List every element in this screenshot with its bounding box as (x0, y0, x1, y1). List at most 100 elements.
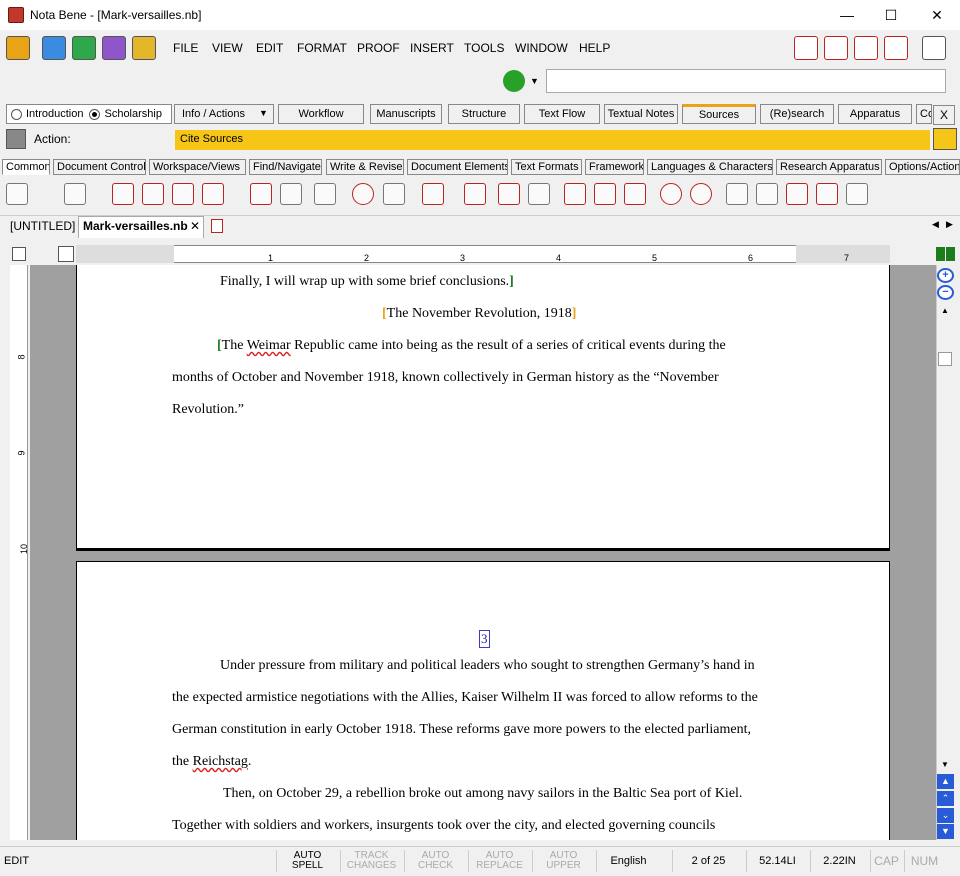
action-color-swatch[interactable] (933, 128, 957, 150)
tab-text-flow[interactable]: Text Flow (524, 104, 600, 124)
down-arrow-icon[interactable] (64, 183, 86, 205)
tab-apparatus[interactable]: Apparatus (838, 104, 912, 124)
category-find-navigate[interactable]: Find/Navigate (249, 159, 322, 175)
cube-icon[interactable] (102, 36, 126, 60)
menu-view[interactable]: VIEW (212, 41, 243, 55)
page-up-icon[interactable]: ▲ (937, 774, 954, 789)
action-icon[interactable] (6, 129, 26, 149)
menu-edit[interactable]: EDIT (256, 41, 283, 55)
scroll-up-icon[interactable]: ▲ (941, 306, 949, 315)
document-area[interactable]: Finally, I will wrap up with some brief … (30, 265, 936, 840)
layout-grid-icon[interactable] (922, 36, 946, 60)
next-icon[interactable]: ⌄ (937, 808, 954, 823)
maximize-button[interactable]: ☐ (868, 0, 914, 30)
scroll-down-icon[interactable]: ▼ (941, 760, 949, 769)
status-auto-upper[interactable]: AUTO UPPER (532, 850, 594, 872)
tab-untitled[interactable]: [UNTITLED] (10, 219, 75, 233)
run-command-icon[interactable] (503, 70, 525, 92)
new-tab-icon[interactable] (211, 219, 223, 233)
ruler-green-marker-icon[interactable] (946, 247, 955, 261)
insert-down-icon[interactable] (172, 183, 194, 205)
scroll-right-icon[interactable]: ▶ (946, 219, 953, 230)
tab-workflow[interactable]: Workflow (278, 104, 364, 124)
category-write-revise[interactable]: Write & Revise (326, 159, 404, 175)
status-auto-spell[interactable]: AUTO SPELL (276, 850, 338, 872)
category-research-apparatus[interactable]: Research Apparatus (776, 159, 882, 175)
hash-icon[interactable] (464, 183, 486, 205)
calendar-icon[interactable] (794, 36, 818, 60)
edit-icon[interactable] (528, 183, 550, 205)
horizontal-ruler[interactable] (76, 245, 890, 263)
tab-structure[interactable]: Structure (448, 104, 520, 124)
page[interactable]: 3 Under pressure from military and polit… (76, 561, 890, 840)
menu-tools[interactable]: TOOLS (464, 41, 504, 55)
tab-stop-icon[interactable] (12, 247, 26, 261)
category-common[interactable]: Common (2, 159, 50, 175)
indent-icon[interactable] (58, 246, 74, 262)
misspelled-word[interactable]: Weimar (247, 338, 291, 353)
status-language[interactable]: English (596, 850, 660, 872)
tab-manuscripts[interactable]: Manuscripts (370, 104, 442, 124)
merge-icon[interactable] (250, 183, 272, 205)
book-icon[interactable] (72, 36, 96, 60)
ribbon-close-button[interactable]: X (933, 105, 955, 125)
radio-scholarship[interactable] (89, 108, 101, 120)
idea-icon[interactable] (854, 36, 878, 60)
undo-icon[interactable] (660, 183, 682, 205)
category-text-formats[interactable]: Text Formats (511, 159, 582, 175)
tab-textual-notes[interactable]: Textual Notes (604, 104, 678, 124)
clipboard-plain-icon[interactable] (846, 183, 868, 205)
status-track-changes[interactable]: TRACK CHANGES (340, 850, 402, 872)
menu-file[interactable]: FILE (173, 41, 198, 55)
misspelled-word[interactable]: Reichstag (193, 754, 248, 769)
status-auto-check[interactable]: AUTO CHECK (404, 850, 466, 872)
zoom-in-icon[interactable]: + (937, 268, 954, 283)
refresh-icon[interactable] (352, 183, 374, 205)
alert-icon[interactable] (422, 183, 444, 205)
menu-insert[interactable]: INSERT (410, 41, 454, 55)
doc-three-icon[interactable] (624, 183, 646, 205)
palette-icon[interactable] (6, 36, 30, 60)
menu-window[interactable]: WINDOW (515, 41, 568, 55)
scroll-thumb[interactable] (938, 352, 952, 366)
user-icon[interactable] (202, 183, 224, 205)
close-button[interactable]: ✕ (914, 0, 960, 30)
menu-format[interactable]: FORMAT (297, 41, 347, 55)
category-framework[interactable]: Framework (585, 159, 644, 175)
clipboard-check-icon[interactable] (786, 183, 808, 205)
tools-icon[interactable] (6, 183, 28, 205)
ruler-green-marker-icon[interactable] (936, 247, 945, 261)
print-icon[interactable] (498, 183, 520, 205)
scroll-left-icon[interactable]: ◀ (932, 219, 939, 230)
redo-icon[interactable] (690, 183, 712, 205)
status-auto-replace[interactable]: AUTO REPLACE (468, 850, 530, 872)
page-down-icon[interactable]: ▼ (937, 824, 954, 839)
zoom-out-icon[interactable]: − (937, 285, 954, 300)
action-field[interactable]: Cite Sources (175, 130, 930, 150)
lightbulb-icon[interactable] (42, 36, 66, 60)
command-input[interactable] (546, 69, 946, 93)
clipboard-list-icon[interactable] (816, 183, 838, 205)
chevron-down-icon[interactable]: ▼ (259, 108, 268, 118)
zoom-in-icon[interactable] (383, 183, 405, 205)
doc-one-icon[interactable] (564, 183, 586, 205)
category-workspace-views[interactable]: Workspace/Views (149, 159, 246, 175)
category-document-control[interactable]: Document Control (53, 159, 146, 175)
notebook-icon[interactable] (884, 36, 908, 60)
page[interactable]: Finally, I will wrap up with some brief … (76, 265, 890, 551)
split-icon[interactable] (142, 183, 164, 205)
prev-icon[interactable]: ⌃ (937, 791, 954, 806)
category-languages[interactable]: Languages & Characters (647, 159, 773, 175)
menu-help[interactable]: HELP (579, 41, 610, 55)
menu-proof[interactable]: PROOF (357, 41, 400, 55)
close-tab-icon[interactable]: ✕ (190, 219, 200, 233)
chevron-down-icon[interactable]: ▼ (530, 76, 539, 86)
add-icon[interactable] (112, 183, 134, 205)
category-document-elements[interactable]: Document Elements (407, 159, 508, 175)
binoculars-icon[interactable] (824, 36, 848, 60)
tab-sources[interactable]: Sources (682, 104, 756, 124)
clock-icon[interactable] (280, 183, 302, 205)
tab-co[interactable]: Co (916, 104, 932, 124)
clipboard-icon[interactable] (726, 183, 748, 205)
minimize-button[interactable]: — (824, 0, 870, 30)
